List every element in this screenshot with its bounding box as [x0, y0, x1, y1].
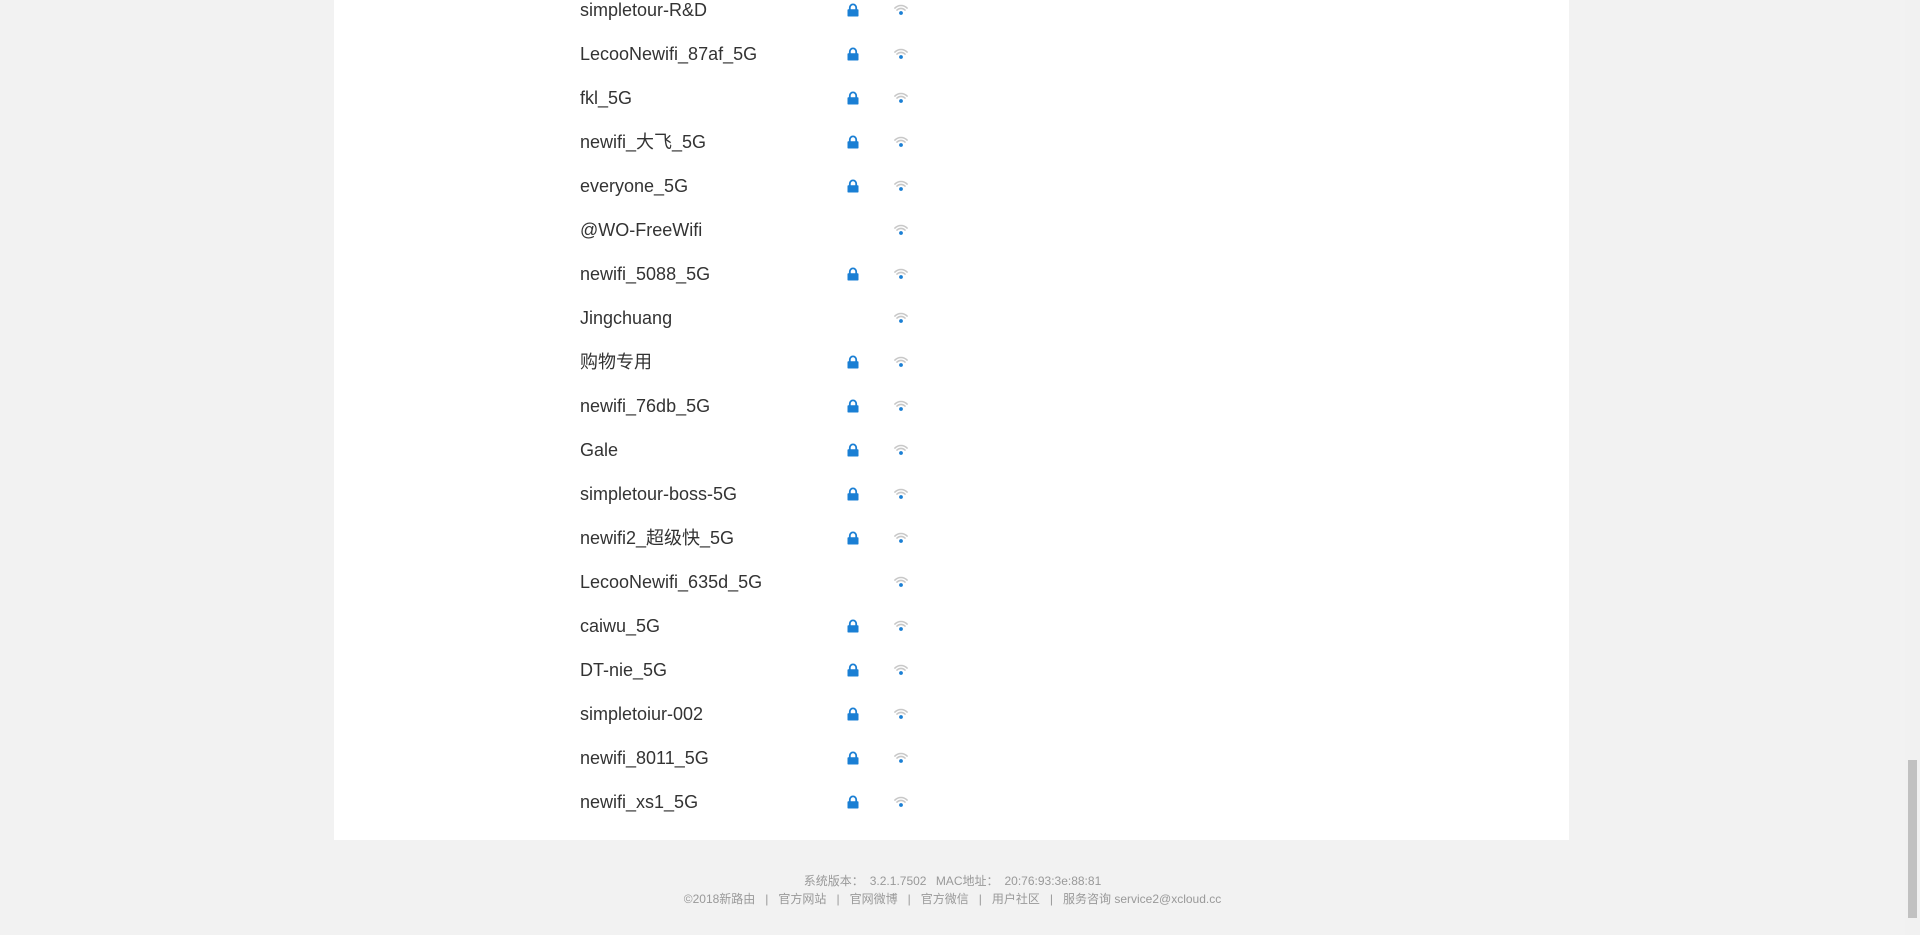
wifi-signal-icon — [894, 620, 908, 631]
wifi-signal-icon — [894, 356, 908, 367]
wifi-network-row[interactable]: newifi_76db_5G — [580, 384, 980, 428]
copyright: ©2018新路由 — [683, 892, 756, 906]
wifi-signal-icon — [894, 4, 908, 15]
wifi-signal-icon — [894, 664, 908, 675]
wifi-network-row[interactable]: caiwu_5G — [580, 604, 980, 648]
wifi-ssid: LecooNewifi_635d_5G — [580, 572, 763, 592]
lock-icon — [847, 795, 859, 809]
wifi-network-row[interactable]: everyone_5G — [580, 164, 980, 208]
lock-icon — [847, 47, 859, 61]
wifi-network-row[interactable]: DT-nie_5G — [580, 648, 980, 692]
wifi-signal-icon — [894, 444, 908, 455]
lock-icon — [847, 487, 859, 501]
wifi-network-row[interactable]: newifi_大飞_5G — [580, 120, 980, 164]
wifi-ssid: 购物专用 — [580, 352, 652, 372]
wifi-signal-icon — [894, 488, 908, 499]
official-wechat-link[interactable]: 官方微信 — [921, 892, 969, 906]
wifi-signal-icon — [894, 576, 908, 587]
wifi-list-panel: simpletour-R&D LecooNewifi_87af_5G fkl_5Gn… — [334, 0, 1569, 840]
wifi-network-row[interactable]: simpletour-R&D — [580, 0, 980, 32]
separator: | — [907, 892, 911, 906]
wifi-network-row[interactable]: newifi_8011_5G — [580, 736, 980, 780]
lock-icon — [847, 751, 859, 765]
mac-label: MAC地址： — [935, 874, 999, 888]
separator: | — [765, 892, 769, 906]
wifi-ssid: everyone_5G — [580, 176, 689, 196]
wifi-signal-icon — [894, 312, 908, 323]
separator: | — [1049, 892, 1053, 906]
lock-icon — [847, 663, 859, 677]
wifi-ssid: simpletour-boss-5G — [580, 484, 738, 504]
wifi-ssid: newifi2_超级快_5G — [580, 528, 735, 548]
wifi-network-row[interactable]: simpletoiur-002 — [580, 692, 980, 736]
user-community-link[interactable]: 用户社区 — [992, 892, 1040, 906]
wifi-signal-icon — [894, 708, 908, 719]
vertical-scrollbar[interactable] — [1905, 0, 1920, 935]
wifi-network-row[interactable]: fkl_5G — [580, 76, 980, 120]
lock-icon — [847, 135, 859, 149]
wifi-signal-icon — [894, 180, 908, 191]
wifi-network-row[interactable]: newifi_5088_5G — [580, 252, 980, 296]
wifi-ssid: caiwu_5G — [580, 616, 661, 636]
wifi-network-row[interactable]: simpletour-boss-5G — [580, 472, 980, 516]
wifi-ssid: @WO-FreeWifi — [580, 220, 703, 240]
official-weibo-link[interactable]: 官网微博 — [850, 892, 898, 906]
lock-icon — [847, 179, 859, 193]
mac-value: 20:76:93:3e:88:81 — [1004, 874, 1102, 888]
wifi-ssid: newifi_5088_5G — [580, 264, 711, 284]
lock-icon — [847, 91, 859, 105]
wifi-network-row[interactable]: newifi_xs1_5G — [580, 780, 980, 824]
wifi-ssid: LecooNewifi_87af_5G — [580, 44, 758, 64]
wifi-network-list: simpletour-R&D LecooNewifi_87af_5G fkl_5Gn… — [580, 0, 980, 824]
lock-icon — [847, 3, 859, 17]
footer-links: ©2018新路由 | 官方网站 | 官网微博 | 官方微信 | 用户社区 | 服务咨询 servic… — [0, 890, 1905, 908]
footer-system-info: 系统版本： 3.2.1.7502 MAC地址： 20:76:93:3e:88:81 — [0, 872, 1905, 890]
separator: | — [836, 892, 840, 906]
wifi-network-row[interactable]: @WO-FreeWifi — [580, 208, 980, 252]
wifi-signal-icon — [894, 92, 908, 103]
service-label: 服务咨询 — [1062, 892, 1111, 906]
wifi-ssid: simpletour-R&D — [580, 0, 708, 20]
lock-icon — [847, 355, 859, 369]
lock-icon — [847, 619, 859, 633]
wifi-ssid: newifi_大飞_5G — [580, 132, 707, 152]
wifi-ssid: Gale — [580, 440, 619, 460]
scrollbar-thumb[interactable] — [1908, 760, 1917, 918]
wifi-ssid: Jingchuang — [580, 308, 673, 328]
wifi-signal-icon — [894, 224, 908, 235]
wifi-ssid: DT-nie_5G — [580, 660, 668, 680]
wifi-signal-icon — [894, 400, 908, 411]
separator: | — [978, 892, 982, 906]
wifi-ssid: fkl_5G — [580, 88, 633, 108]
wifi-signal-icon — [894, 268, 908, 279]
version-value: 3.2.1.7502 — [869, 874, 927, 888]
wifi-signal-icon — [894, 796, 908, 807]
wifi-network-row[interactable]: LecooNewifi_635d_5G — [580, 560, 980, 604]
wifi-signal-icon — [894, 136, 908, 147]
lock-icon — [847, 707, 859, 721]
lock-icon — [847, 443, 859, 457]
wifi-ssid: newifi_8011_5G — [580, 748, 709, 768]
footer: 系统版本： 3.2.1.7502 MAC地址： 20:76:93:3e:88:81 … — [0, 872, 1905, 908]
lock-icon — [847, 267, 859, 281]
wifi-signal-icon — [894, 752, 908, 763]
wifi-network-row[interactable]: 购物专用 — [580, 340, 980, 384]
version-label: 系统版本： — [803, 874, 864, 888]
wifi-network-row[interactable]: Gale — [580, 428, 980, 472]
wifi-ssid: simpletoiur-002 — [580, 704, 704, 724]
wifi-network-row[interactable]: LecooNewifi_87af_5G — [580, 32, 980, 76]
wifi-ssid: newifi_xs1_5G — [580, 792, 699, 812]
official-site-link[interactable]: 官方网站 — [778, 892, 826, 906]
lock-icon — [847, 531, 859, 545]
service-email-link[interactable]: service2@xcloud.cc — [1114, 892, 1221, 906]
wifi-signal-icon — [894, 48, 908, 59]
wifi-signal-icon — [894, 532, 908, 543]
wifi-network-row[interactable]: Jingchuang — [580, 296, 980, 340]
lock-icon — [847, 399, 859, 413]
wifi-ssid: newifi_76db_5G — [580, 396, 711, 416]
wifi-network-row[interactable]: newifi2_超级快_5G — [580, 516, 980, 560]
